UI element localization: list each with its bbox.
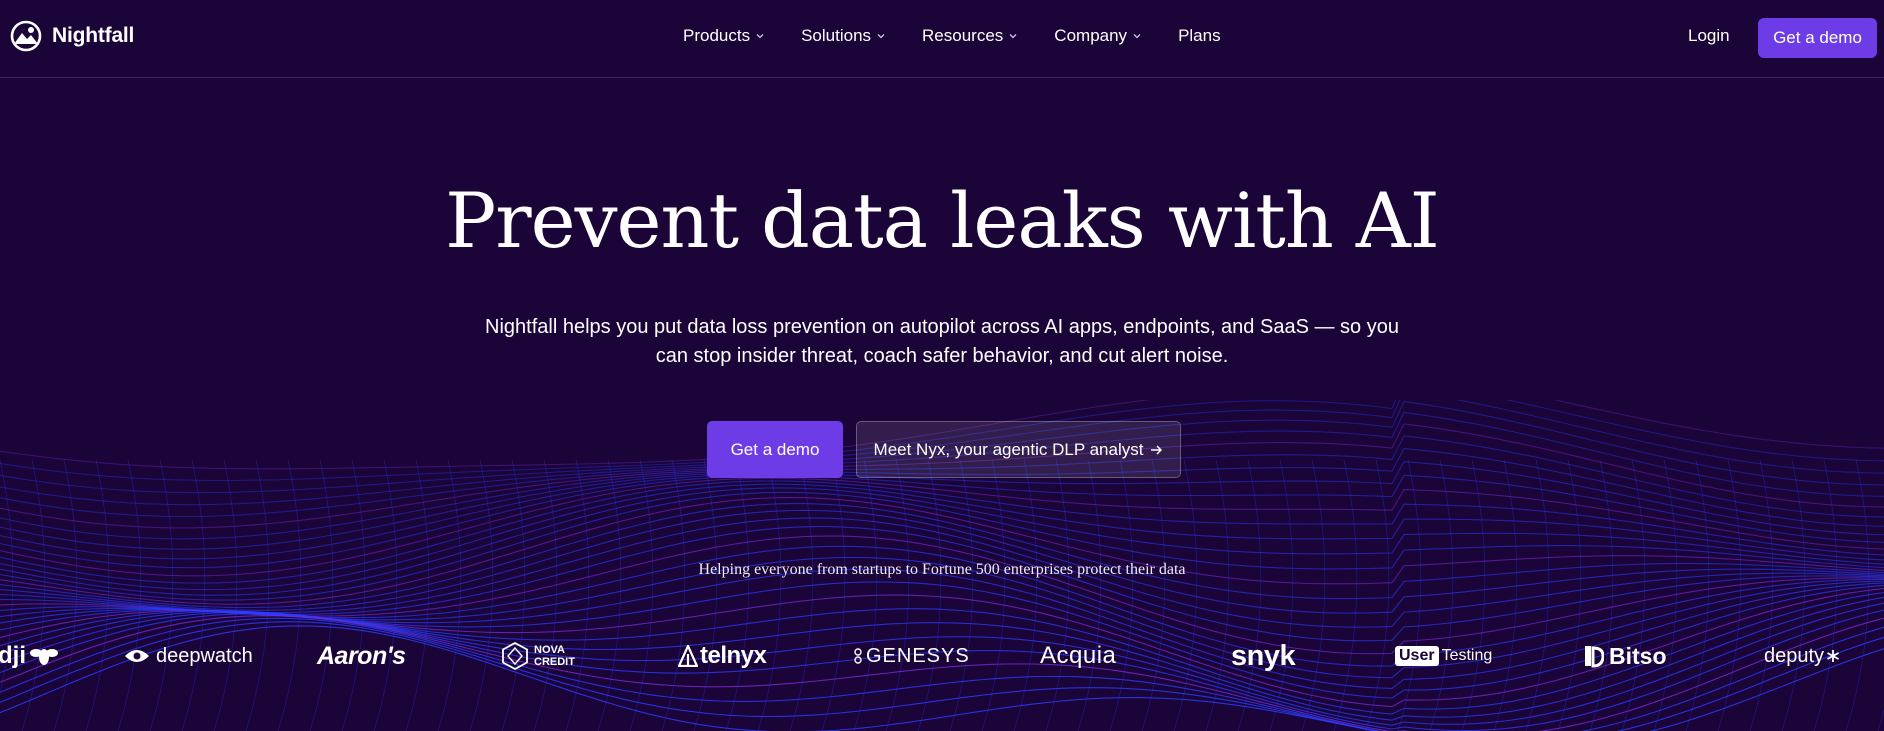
wave-mesh-line bbox=[661, 459, 686, 731]
logo-bitso-text: Bitso bbox=[1609, 642, 1667, 669]
wave-line bbox=[0, 497, 1884, 605]
login-link[interactable]: Login bbox=[1688, 26, 1730, 46]
logo-usertesting: User Testing bbox=[1395, 636, 1492, 676]
eye-icon bbox=[125, 650, 149, 662]
logo-genesys: GENESYS bbox=[853, 636, 970, 676]
logo-snyk: snyk bbox=[1231, 636, 1296, 676]
logo-deepwatch: deepwatch bbox=[124, 636, 253, 676]
logo-nova-text: NOVA CREDIT bbox=[534, 644, 575, 668]
chevron-down-icon bbox=[877, 34, 885, 39]
wave-mesh-line bbox=[501, 459, 526, 731]
wave-mesh-line bbox=[1109, 459, 1134, 731]
wave-mesh-line bbox=[949, 459, 974, 731]
arrow-right-icon bbox=[1151, 444, 1163, 455]
hero-subtitle: Nightfall helps you put data loss preven… bbox=[485, 316, 1399, 367]
logo-deputy-text: deputy bbox=[1764, 644, 1825, 667]
wave-mesh-line bbox=[1429, 459, 1454, 731]
logo-nova-credit: NOVA CREDIT bbox=[502, 636, 575, 676]
bitso-mark-icon bbox=[1585, 646, 1604, 668]
logo-telnyx-text: telnyx bbox=[700, 642, 767, 669]
nova-hexagon-icon bbox=[502, 642, 528, 670]
telnyx-mark-icon bbox=[678, 645, 698, 667]
logo-telnyx: telnyx bbox=[678, 636, 767, 676]
nav-label: Solutions bbox=[801, 26, 872, 45]
wave-mesh-line bbox=[1333, 459, 1358, 731]
logo-nova-line2: CREDIT bbox=[534, 656, 575, 668]
header-get-demo-button[interactable]: Get a demo bbox=[1758, 18, 1877, 58]
brand-logo[interactable]: Nightfall bbox=[10, 20, 134, 52]
logo-acquia-text: Acquia bbox=[1040, 642, 1117, 669]
nav-products[interactable]: Products bbox=[683, 26, 765, 46]
logo-snyk-text: snyk bbox=[1231, 639, 1296, 672]
site-header: Nightfall Products Solutions Resources C… bbox=[0, 0, 1884, 78]
brand-name: Nightfall bbox=[52, 24, 135, 47]
logo-aarons: Aaron's bbox=[317, 636, 406, 676]
wave-mesh-line bbox=[757, 459, 782, 731]
logo-bitso: Bitso bbox=[1582, 636, 1667, 676]
wave-mesh-line bbox=[1877, 707, 1884, 731]
wave-line bbox=[0, 487, 1884, 596]
wave-mesh-line bbox=[1621, 459, 1646, 731]
nav-solutions[interactable]: Solutions bbox=[801, 26, 886, 46]
nav-label: Plans bbox=[1178, 26, 1221, 45]
main-nav: Products Solutions Resources Company Pla… bbox=[683, 26, 1221, 46]
logo-deputy: deputy bbox=[1764, 636, 1840, 676]
wave-mesh-line bbox=[693, 459, 718, 731]
bee-icon bbox=[30, 649, 58, 665]
logo-dji: dji bbox=[0, 636, 58, 676]
hero-get-demo-button[interactable]: Get a demo bbox=[707, 421, 843, 478]
wave-mesh-line bbox=[149, 459, 174, 731]
wave-mesh-line bbox=[245, 459, 270, 731]
nav-company[interactable]: Company bbox=[1054, 26, 1142, 46]
wave-line bbox=[0, 526, 1884, 642]
wave-mesh-line bbox=[821, 459, 846, 731]
meet-nyx-label: Meet Nyx, your agentic DLP analyst bbox=[873, 439, 1144, 459]
chevron-down-icon bbox=[1009, 34, 1017, 39]
hero-title: Prevent data leaks with AI bbox=[445, 176, 1440, 265]
customers-tagline: Helping everyone from startups to Fortun… bbox=[698, 561, 1186, 578]
chevron-down-icon bbox=[756, 34, 764, 39]
nav-label: Company bbox=[1054, 26, 1128, 45]
nav-label: Products bbox=[683, 26, 751, 45]
logo-genesys-text: GENESYS bbox=[866, 644, 970, 667]
hero-cta-row: Get a demo Meet Nyx, your agentic DLP an… bbox=[707, 421, 1181, 478]
nav-plans[interactable]: Plans bbox=[1178, 26, 1221, 46]
wave-mesh-line bbox=[789, 459, 814, 731]
nightfall-logo-icon bbox=[10, 20, 42, 52]
nav-resources[interactable]: Resources bbox=[922, 26, 1018, 46]
logo-aarons-text: Aaron's bbox=[317, 641, 406, 670]
wave-mesh-line bbox=[1365, 459, 1390, 731]
wave-mesh-line bbox=[309, 459, 334, 731]
logo-acquia: Acquia bbox=[1040, 636, 1116, 676]
genesys-mark-icon bbox=[854, 648, 862, 664]
logo-usertesting-text: Testing bbox=[1441, 647, 1493, 664]
wave-mesh-line bbox=[1749, 459, 1774, 731]
logo-dji-text: dji bbox=[0, 642, 26, 669]
wave-mesh-line bbox=[1461, 459, 1486, 731]
nav-label: Resources bbox=[922, 26, 1004, 45]
logo-usertesting-box: User bbox=[1395, 646, 1439, 666]
meet-nyx-button[interactable]: Meet Nyx, your agentic DLP analyst bbox=[856, 421, 1181, 478]
customer-logo-strip: dji deepwatch Aaron's NOVA CREDIT telnyx… bbox=[0, 636, 1884, 676]
logo-nova-line1: NOVA bbox=[534, 644, 565, 656]
logo-deepwatch-text: deepwatch bbox=[156, 644, 253, 667]
chevron-down-icon bbox=[1133, 34, 1141, 39]
asterisk-icon bbox=[1827, 650, 1839, 662]
